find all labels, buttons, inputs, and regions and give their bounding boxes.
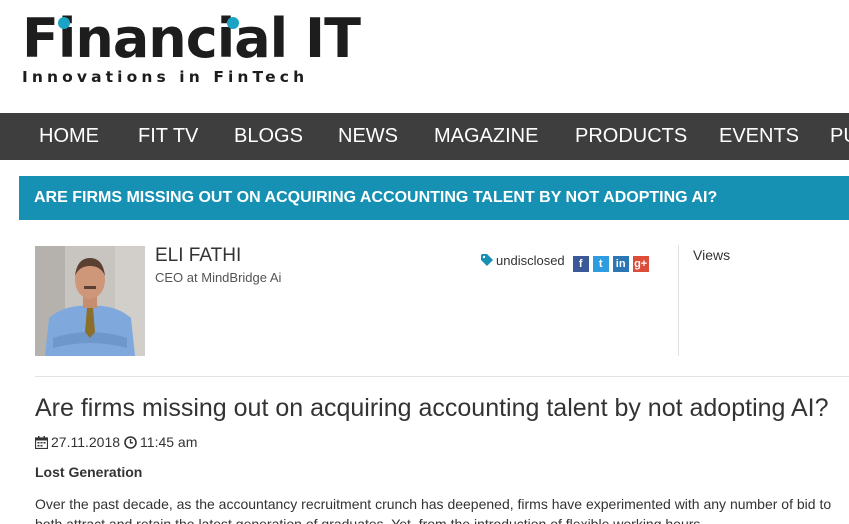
twitter-share-icon[interactable]: t <box>592 256 609 272</box>
nav-item-news[interactable]: NEWS <box>338 113 398 160</box>
article-date: 27.11.2018 <box>51 434 121 450</box>
facebook-share-icon[interactable]: f <box>572 256 589 272</box>
nav-item-events[interactable]: EVENTS <box>719 113 799 160</box>
article-title-bar-text: ARE FIRMS MISSING OUT ON ACQUIRING ACCOU… <box>34 189 718 206</box>
author-name[interactable]: ELI FATHI <box>155 245 241 267</box>
article-paragraph: Over the past decade, as the accountancy… <box>35 496 832 524</box>
main-nav: HOME FIT TV BLOGS NEWS MAGAZINE PRODUCTS… <box>0 113 849 160</box>
tag-icon <box>481 254 493 266</box>
calendar-icon <box>35 435 48 449</box>
nav-item-pu[interactable]: PU <box>830 113 849 160</box>
site-logo[interactable]: Financial IT Innovations in FinTech <box>22 7 361 87</box>
author-photo-image <box>35 246 145 356</box>
nav-item-magazine[interactable]: MAGAZINE <box>434 113 538 160</box>
nav-item-products[interactable]: PRODUCTS <box>575 113 687 160</box>
logo-dot-icon <box>58 17 70 29</box>
nav-item-home[interactable]: HOME <box>39 113 99 160</box>
tag-and-share-row: undisclosed f t in g+ <box>481 248 649 272</box>
googleplus-share-icon[interactable]: g+ <box>632 256 649 272</box>
horizontal-divider <box>35 376 849 377</box>
nav-item-fit-tv[interactable]: FIT TV <box>138 113 198 160</box>
logo-wordmark: Financial IT <box>22 7 361 70</box>
article-title-bar: ARE FIRMS MISSING OUT ON ACQUIRING ACCOU… <box>19 176 849 220</box>
vertical-divider <box>678 245 679 356</box>
clock-icon <box>124 435 137 449</box>
author-role: CEO at MindBridge Ai <box>155 270 282 285</box>
logo-tagline: Innovations in FinTech <box>22 68 309 86</box>
logo-dot-icon <box>227 17 239 29</box>
section-heading: Lost Generation <box>35 464 143 480</box>
article-time: 11:45 am <box>140 434 198 450</box>
author-avatar[interactable] <box>35 246 145 356</box>
tag-link[interactable]: undisclosed <box>496 253 565 268</box>
linkedin-share-icon[interactable]: in <box>612 256 629 272</box>
nav-item-blogs[interactable]: BLOGS <box>234 113 303 160</box>
article-meta: 27.11.2018 11:45 am <box>35 434 197 450</box>
article-title: Are firms missing out on acquiring accou… <box>35 394 829 422</box>
views-label: Views <box>693 247 731 263</box>
site-header: Financial IT Innovations in FinTech <box>0 0 849 113</box>
